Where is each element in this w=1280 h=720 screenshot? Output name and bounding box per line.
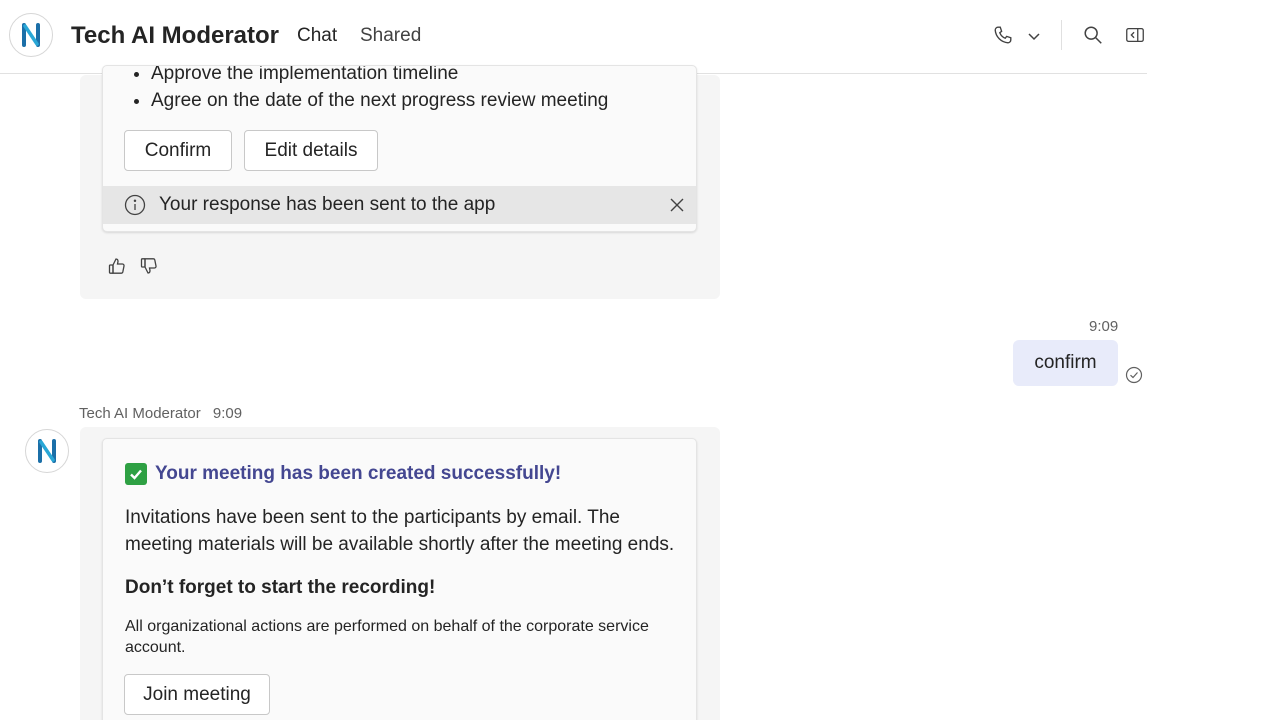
read-receipt-icon bbox=[1125, 366, 1143, 389]
edit-details-button[interactable]: Edit details bbox=[244, 130, 378, 171]
invitation-text: Invitations have been sent to the partic… bbox=[125, 507, 675, 555]
phone-icon[interactable] bbox=[990, 22, 1016, 48]
recording-reminder: Don’t forget to start the recording! bbox=[125, 577, 436, 598]
app-logo bbox=[9, 13, 53, 57]
chevron-down-icon[interactable] bbox=[1024, 26, 1044, 46]
avatar[interactable] bbox=[25, 429, 69, 473]
moderator-logo-icon bbox=[38, 439, 56, 463]
service-account-note: All organizational actions are performed… bbox=[125, 618, 649, 656]
success-title: Your meeting has been created successful… bbox=[125, 463, 561, 485]
chat-header: Tech AI Moderator Chat Shared bbox=[0, 0, 1147, 74]
close-icon[interactable] bbox=[669, 197, 685, 218]
thumbs-up-icon[interactable] bbox=[106, 255, 128, 277]
tab-chat[interactable]: Chat bbox=[297, 25, 337, 47]
bot-message-success: Your meeting has been created successful… bbox=[80, 427, 720, 720]
right-gutter bbox=[1147, 0, 1280, 720]
thumbs-down-icon[interactable] bbox=[138, 255, 160, 277]
notice-text: Your response has been sent to the app bbox=[159, 194, 496, 215]
success-title-text: Your meeting has been created successful… bbox=[155, 463, 562, 484]
adaptive-card-success: Your meeting has been created successful… bbox=[102, 438, 697, 720]
agenda-list: Approve the implementation timeline Agre… bbox=[151, 66, 608, 114]
sender-line: Tech AI Moderator 9:09 bbox=[79, 405, 250, 422]
bot-message-previous: Approve the implementation timeline Agre… bbox=[80, 65, 720, 299]
tab-shared[interactable]: Shared bbox=[360, 25, 421, 47]
adaptive-card-approval: Approve the implementation timeline Agre… bbox=[102, 65, 697, 232]
list-item: Approve the implementation timeline bbox=[151, 66, 608, 87]
list-item: Agree on the date of the next progress r… bbox=[151, 87, 608, 114]
message-timestamp: 9:09 bbox=[212, 405, 243, 422]
user-message-bubble[interactable]: confirm bbox=[1013, 340, 1118, 386]
join-meeting-button[interactable]: Join meeting bbox=[124, 674, 270, 715]
confirm-button[interactable]: Confirm bbox=[124, 130, 232, 171]
check-mark-icon bbox=[125, 463, 147, 485]
moderator-logo-icon bbox=[22, 23, 40, 47]
sender-name: Tech AI Moderator bbox=[79, 405, 201, 422]
info-icon bbox=[124, 194, 146, 221]
header-divider bbox=[1061, 20, 1062, 50]
app-title: Tech AI Moderator bbox=[71, 22, 280, 49]
side-panel-icon[interactable] bbox=[1122, 22, 1148, 48]
response-notice-bar: Your response has been sent to the app bbox=[103, 186, 696, 224]
user-message-text: confirm bbox=[1034, 352, 1097, 373]
search-icon[interactable] bbox=[1080, 22, 1106, 48]
message-timestamp: 9:09 bbox=[1089, 318, 1119, 335]
